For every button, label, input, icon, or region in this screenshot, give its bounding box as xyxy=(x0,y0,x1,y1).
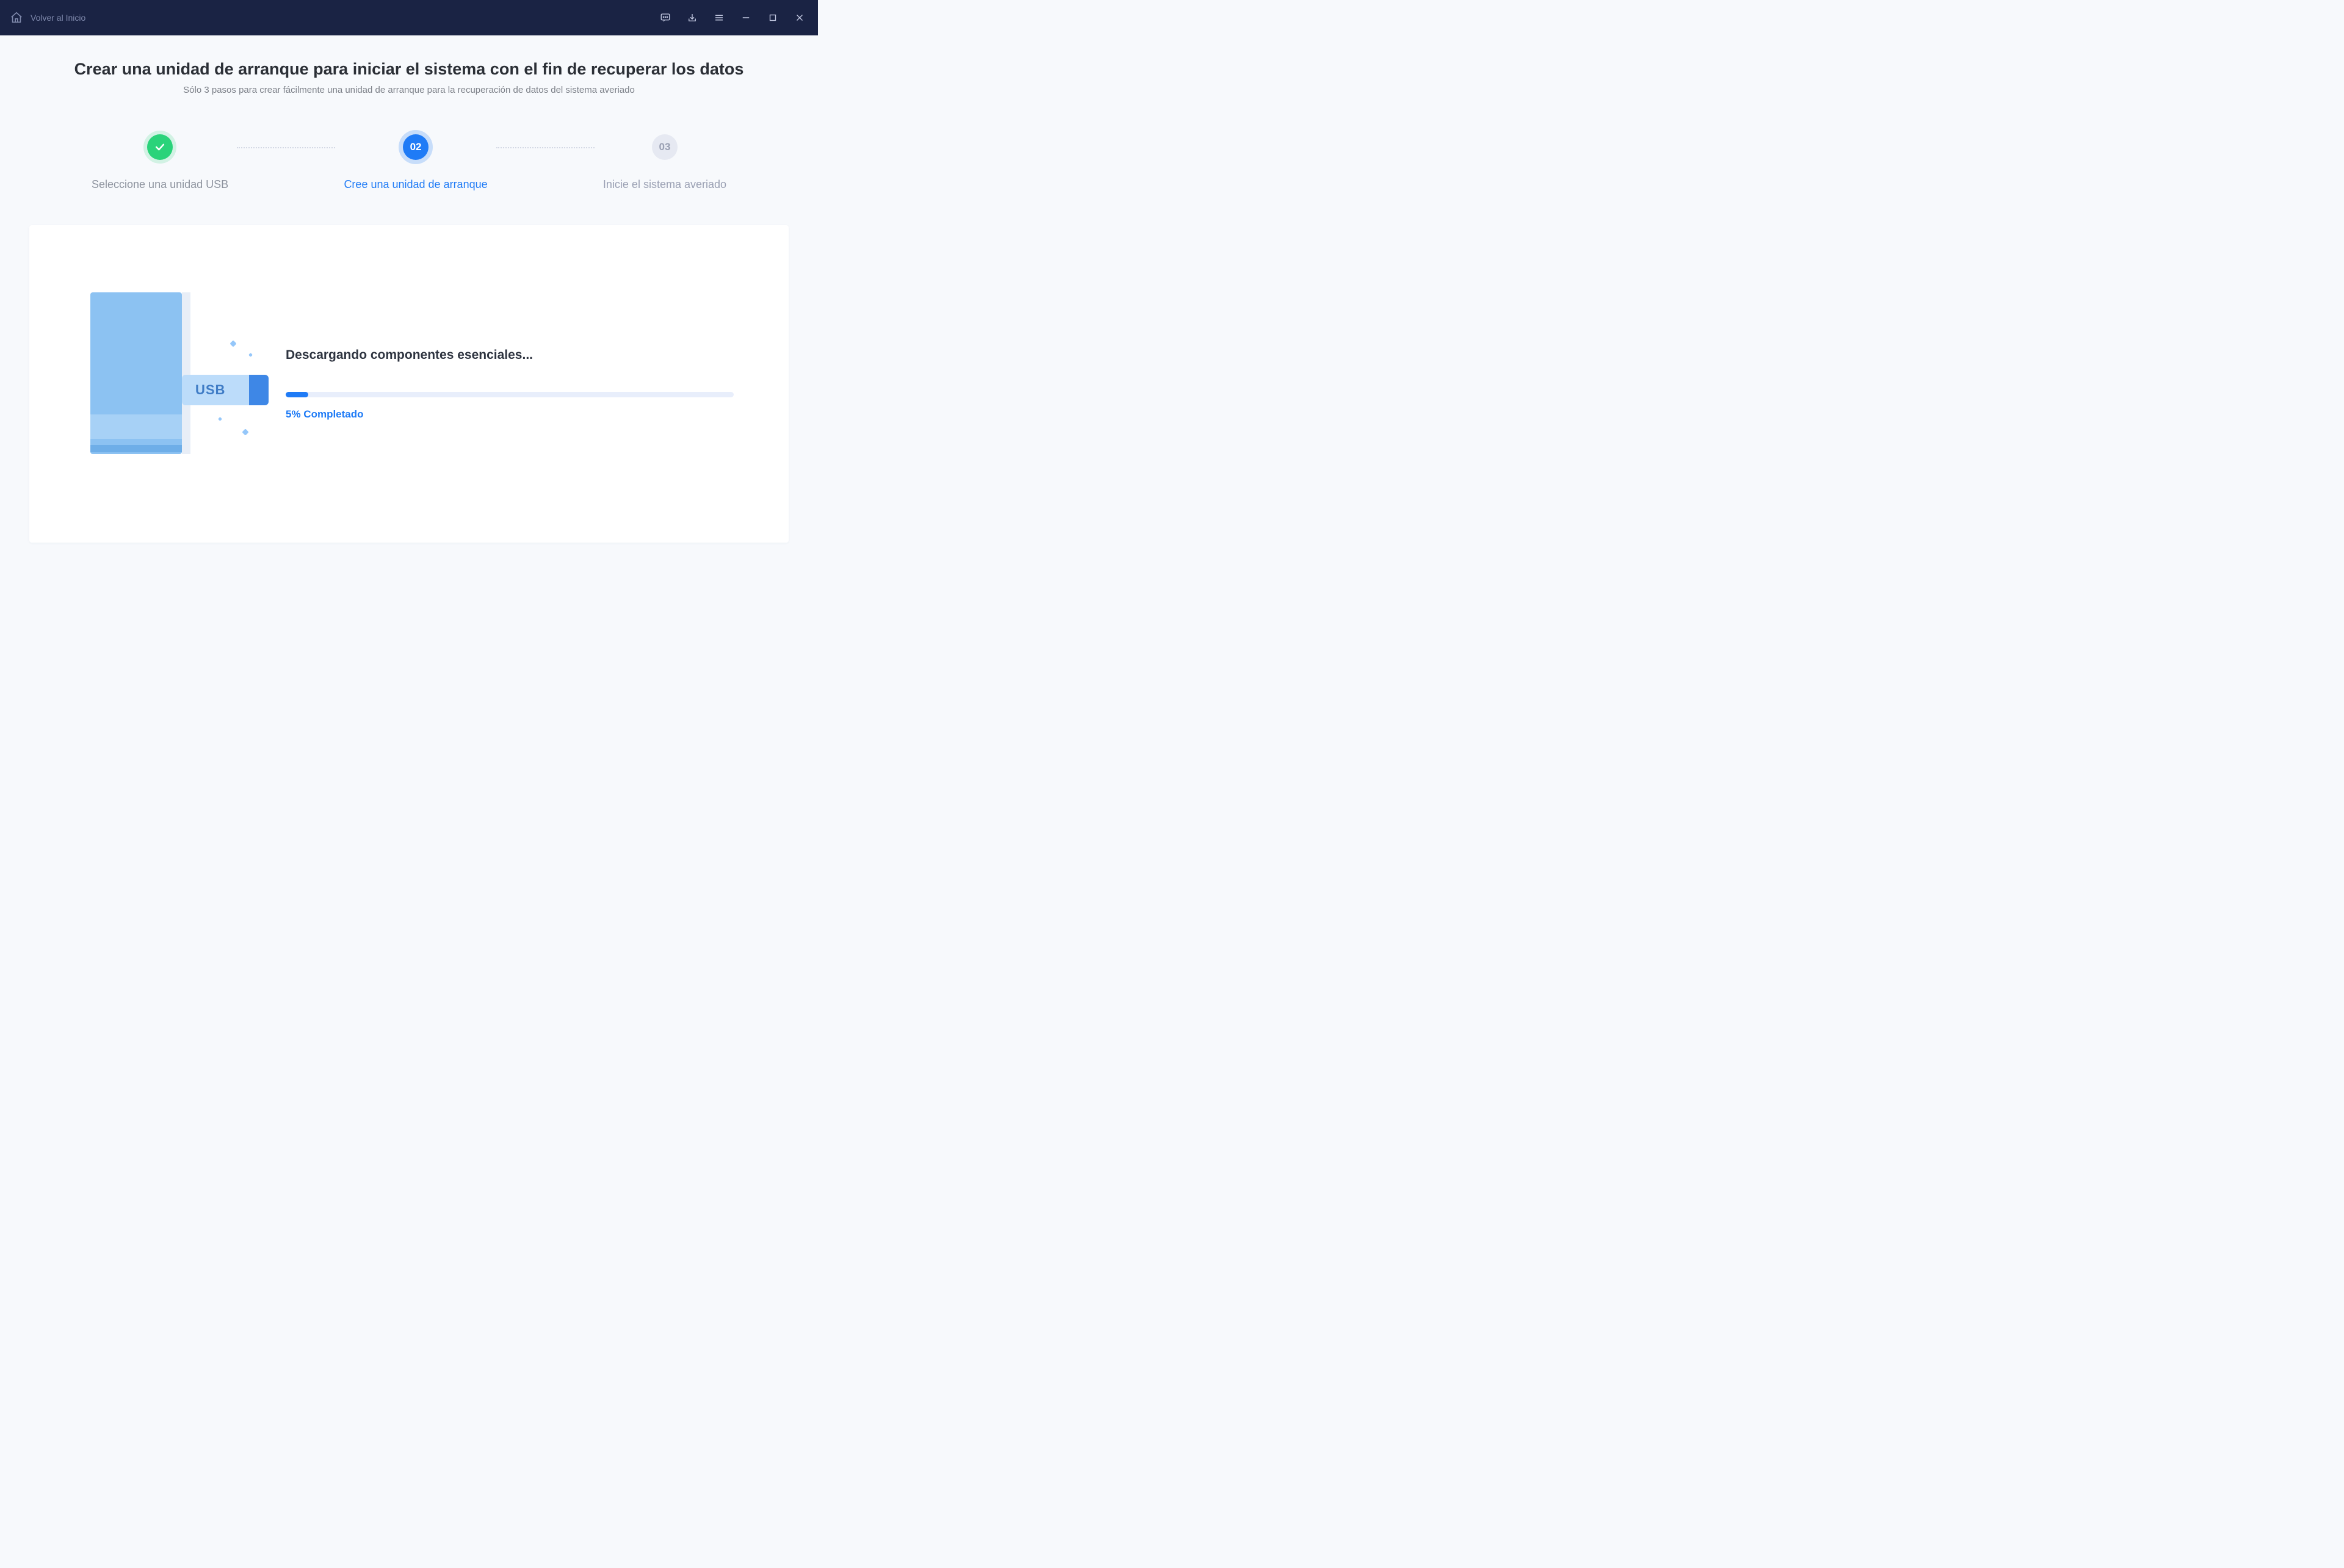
progress-bar xyxy=(286,392,734,397)
progress-fill xyxy=(286,392,308,397)
close-icon[interactable] xyxy=(787,5,812,30)
step-connector xyxy=(237,147,335,148)
step-1: Seleccione una unidad USB xyxy=(92,134,228,191)
feedback-icon[interactable] xyxy=(653,5,678,30)
step-2-number: 02 xyxy=(403,134,429,160)
content: Crear una unidad de arranque para inicia… xyxy=(0,35,818,547)
step-2: 02 Cree una unidad de arranque xyxy=(344,134,487,191)
page-subtitle: Sólo 3 pasos para crear fácilmente una u… xyxy=(29,85,789,95)
maximize-icon[interactable] xyxy=(761,5,785,30)
step-3-number: 03 xyxy=(652,134,678,160)
step-1-label: Seleccione una unidad USB xyxy=(92,178,228,191)
progress-caption: 5% Completado xyxy=(286,408,734,421)
page-title: Crear una unidad de arranque para inicia… xyxy=(29,60,789,79)
home-icon[interactable] xyxy=(10,11,23,24)
step-3-label: Inicie el sistema averiado xyxy=(603,178,726,191)
titlebar-right xyxy=(653,5,812,30)
progress-title: Descargando componentes esenciales... xyxy=(286,348,734,363)
minimize-icon[interactable] xyxy=(734,5,758,30)
menu-icon[interactable] xyxy=(707,5,731,30)
usb-illustration: USB xyxy=(29,225,286,543)
stepper: Seleccione una unidad USB 02 Cree una un… xyxy=(92,134,726,191)
progress-area: Descargando componentes esenciales... 5%… xyxy=(286,348,789,421)
progress-panel: USB Descargando componentes esenciales..… xyxy=(29,225,789,543)
check-icon xyxy=(147,134,173,160)
step-connector xyxy=(496,147,595,148)
back-to-home-link[interactable]: Volver al Inicio xyxy=(31,13,85,23)
titlebar-left: Volver al Inicio xyxy=(10,11,85,24)
step-3: 03 Inicie el sistema averiado xyxy=(603,134,726,191)
titlebar: Volver al Inicio xyxy=(0,0,818,35)
download-icon[interactable] xyxy=(680,5,704,30)
step-2-label: Cree una unidad de arranque xyxy=(344,178,487,191)
